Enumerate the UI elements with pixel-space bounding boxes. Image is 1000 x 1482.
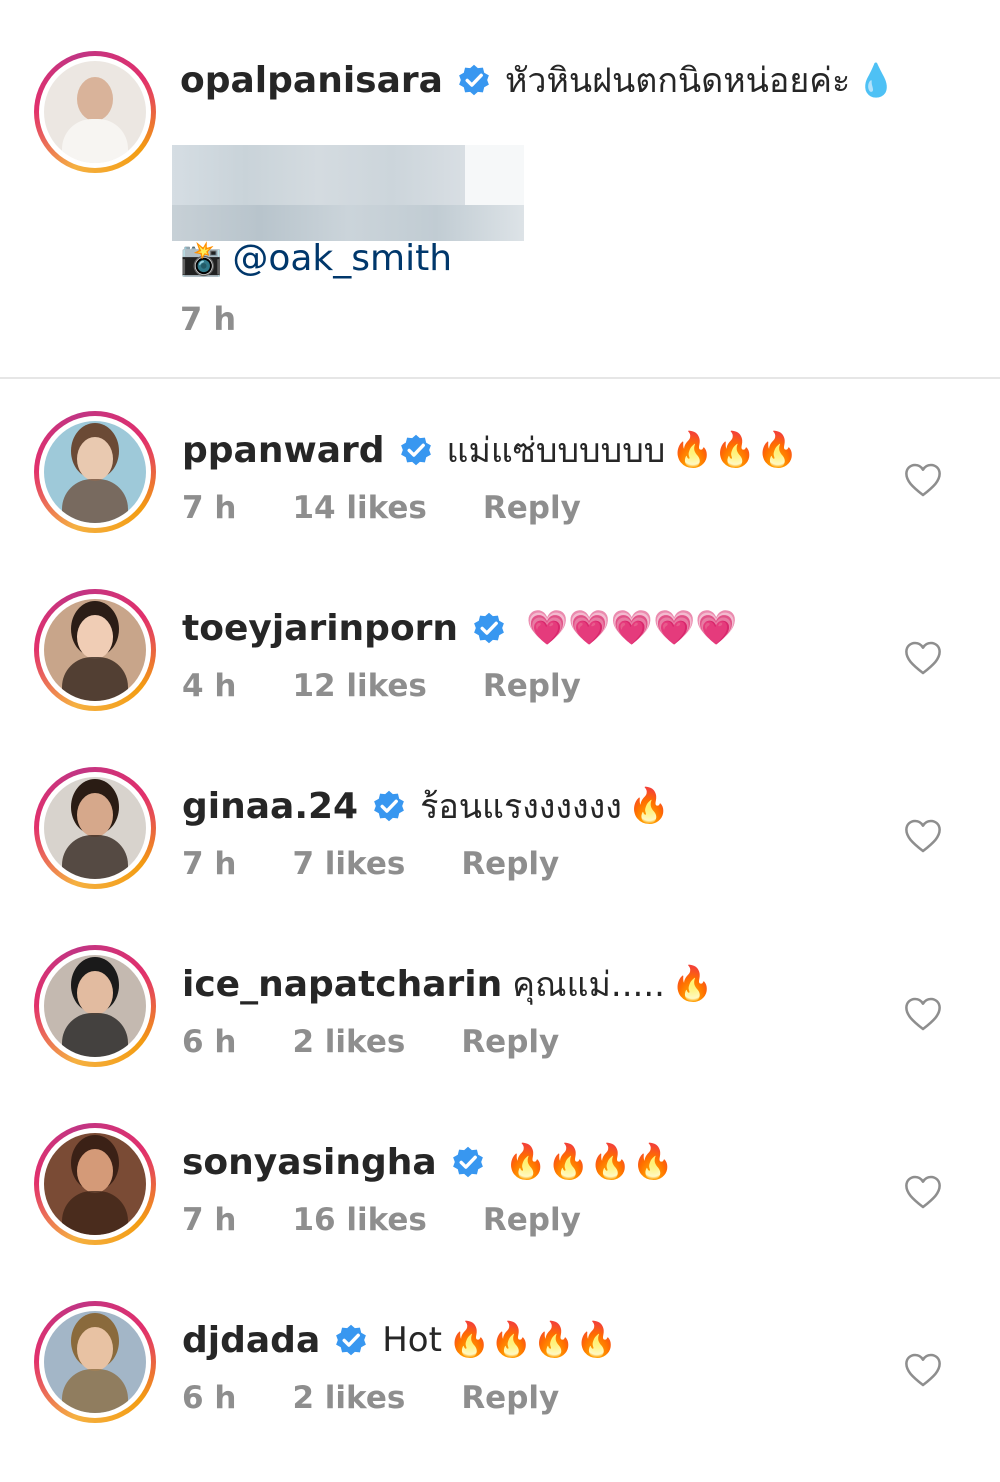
heart-outline-icon[interactable] [904, 1174, 942, 1210]
divider [0, 377, 1000, 379]
post-author-avatar[interactable] [34, 51, 156, 173]
post-username[interactable]: opalpanisara [180, 60, 443, 101]
comment-text: คุณแม่..... [512, 965, 665, 1005]
comment-text: Hot [382, 1320, 442, 1360]
reply-button[interactable]: Reply [461, 846, 559, 882]
heart-outline-icon[interactable] [904, 462, 942, 498]
comment-item: ginaa.24 ร้อนแรงงงงงง 🔥 7 h 7 likes Repl… [0, 778, 1000, 948]
post-caption-text: หัวหินฝนตกนิดหน่อยค่ะ [504, 61, 851, 101]
comment-likes[interactable]: 16 likes [292, 1202, 426, 1238]
comment-timestamp: 7 h [182, 1202, 237, 1238]
verified-badge-icon [472, 611, 506, 645]
comment-username[interactable]: sonyasingha [182, 1142, 437, 1183]
comment-timestamp: 6 h [182, 1024, 237, 1060]
verified-badge-icon [372, 789, 406, 823]
photo-credit: 📸 @oak_smith [180, 238, 452, 279]
comment-likes[interactable]: 12 likes [292, 668, 426, 704]
comment-likes[interactable]: 7 likes [292, 846, 405, 882]
comment-text: แม่แซ่บบบบบบ [446, 431, 666, 471]
comment-emoji: 🔥🔥🔥🔥 [447, 1320, 618, 1360]
verified-badge-icon [451, 1145, 485, 1179]
comment-item: toeyjarinporn 💗💗💗💗💗 4 h 12 likes Reply [0, 600, 1000, 770]
camera-flash-icon: 📸 [180, 238, 223, 279]
heart-outline-icon[interactable] [904, 818, 942, 854]
comment-emoji: 🔥 [627, 786, 671, 826]
post-timestamp: 7 h [180, 300, 237, 338]
comment-username[interactable]: ginaa.24 [182, 786, 358, 827]
credit-mention-link[interactable]: @oak_smith [232, 238, 452, 279]
comment-username[interactable]: djdada [182, 1320, 320, 1361]
post-caption: opalpanisara หัวหินฝนตกนิดหน่อยค่ะ 💧 [180, 52, 970, 108]
comment-likes[interactable]: 2 likes [292, 1380, 405, 1416]
reply-button[interactable]: Reply [461, 1024, 559, 1060]
comment-likes[interactable]: 14 likes [292, 490, 426, 526]
verified-badge-icon [457, 63, 491, 97]
comment-timestamp: 4 h [182, 668, 237, 704]
comment-item: sonyasingha 🔥🔥🔥🔥 7 h 16 likes Reply [0, 1134, 1000, 1304]
comment-timestamp: 7 h [182, 846, 237, 882]
comment-emoji: 🔥 [670, 964, 714, 1004]
comment-text: ร้อนแรงงงงงง [420, 787, 622, 827]
comment-timestamp: 7 h [182, 490, 237, 526]
comment-item: ppanward แม่แซ่บบบบบบ 🔥🔥🔥 7 h 14 likes R… [0, 422, 1000, 592]
comment-timestamp: 6 h [182, 1380, 237, 1416]
comment-emoji: 🔥🔥🔥🔥 [504, 1142, 674, 1182]
comment-username[interactable]: ice_napatcharin [182, 964, 502, 1005]
reply-button[interactable]: Reply [461, 1380, 559, 1416]
comment-username[interactable]: toeyjarinporn [182, 608, 458, 649]
droplet-emoji: 💧 [856, 61, 897, 99]
comment-item: djdada Hot 🔥🔥🔥🔥 6 h 2 likes Reply [0, 1312, 1000, 1482]
comment-username[interactable]: ppanward [182, 430, 385, 471]
comment-emoji: 🔥🔥🔥 [671, 430, 799, 470]
reply-button[interactable]: Reply [483, 1202, 581, 1238]
heart-outline-icon[interactable] [904, 1352, 942, 1388]
verified-badge-icon [399, 433, 433, 467]
comment-emoji: 💗💗💗💗💗 [526, 608, 738, 648]
heart-outline-icon[interactable] [904, 996, 942, 1032]
verified-badge-icon [334, 1323, 368, 1357]
reply-button[interactable]: Reply [483, 490, 581, 526]
heart-outline-icon[interactable] [904, 640, 942, 676]
comment-likes[interactable]: 2 likes [292, 1024, 405, 1060]
comment-item: ice_napatcharin คุณแม่..... 🔥 6 h 2 like… [0, 956, 1000, 1126]
reply-button[interactable]: Reply [483, 668, 581, 704]
